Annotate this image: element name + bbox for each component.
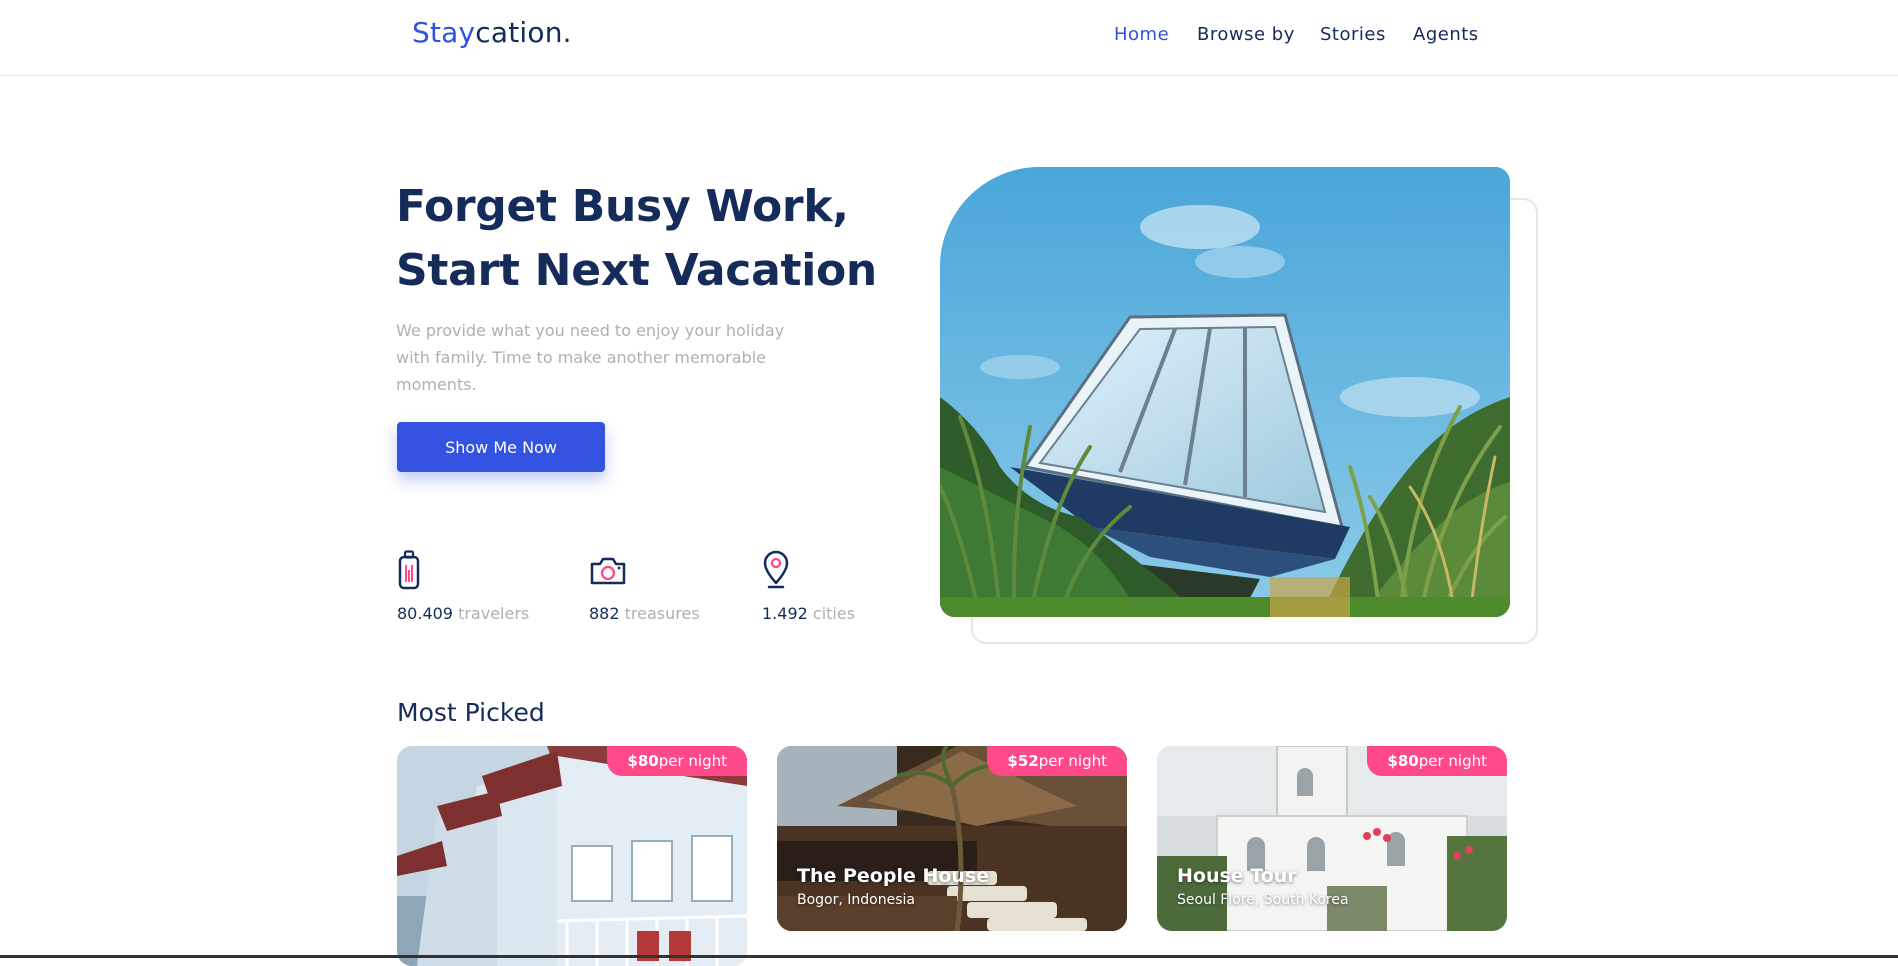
stat-treasures-label: 882 treasures — [589, 604, 700, 623]
stat-unit: treasures — [624, 604, 700, 623]
most-picked-title: Most Picked — [397, 698, 545, 727]
hero-title: Forget Busy Work, Start Next Vacation — [396, 175, 877, 303]
stat-cities: 1.492 cities — [762, 550, 855, 623]
price-per: per night — [1038, 752, 1107, 770]
hero-title-line-1: Forget Busy Work, — [396, 181, 849, 232]
hero-image — [940, 167, 1510, 617]
stat-travelers: 80.409 travelers — [397, 550, 529, 623]
stat-unit: travelers — [458, 604, 530, 623]
nav-agents[interactable]: Agents — [1413, 24, 1479, 45]
camera-icon — [589, 550, 700, 590]
property-name: House Tour — [1177, 865, 1297, 887]
stat-unit: cities — [812, 604, 856, 623]
card-house-tour[interactable]: $80per night House Tour Seoul Flore, Sou… — [1157, 746, 1507, 931]
card-the-people-house[interactable]: $52per night The People House Bogor, Ind… — [777, 746, 1127, 931]
price-tag: $80per night — [1367, 746, 1507, 776]
main-nav: Home Browse by Stories Agents — [0, 24, 1898, 54]
suitcase-icon — [397, 550, 529, 590]
price-value: $52 — [1007, 752, 1039, 770]
show-me-now-button[interactable]: Show Me Now — [397, 422, 605, 472]
property-name: The People House — [797, 865, 990, 887]
price-value: $80 — [627, 752, 659, 770]
price-per: per night — [658, 752, 727, 770]
stat-travelers-label: 80.409 travelers — [397, 604, 529, 623]
hero-title-line-2: Start Next Vacation — [396, 245, 877, 296]
price-tag: $80per night — [607, 746, 747, 776]
site-header: Staycation. Home Browse by Stories Agent… — [0, 0, 1898, 76]
stat-treasures: 882 treasures — [589, 550, 700, 623]
property-location: Bogor, Indonesia — [797, 892, 915, 908]
nav-stories[interactable]: Stories — [1320, 24, 1386, 45]
stat-cities-label: 1.492 cities — [762, 604, 855, 623]
price-per: per night — [1418, 752, 1487, 770]
property-location: Seoul Flore, South Korea — [1177, 892, 1349, 908]
price-value: $80 — [1387, 752, 1419, 770]
hero-description: We provide what you need to enjoy your h… — [396, 321, 785, 394]
map-pin-icon — [762, 550, 855, 590]
beach-houses-image — [397, 746, 747, 966]
stat-value: 80.409 — [397, 604, 453, 623]
glass-house-illustration — [940, 167, 1510, 617]
nav-home[interactable]: Home — [1114, 24, 1169, 45]
stat-value: 882 — [589, 604, 620, 623]
nav-browse-by[interactable]: Browse by — [1197, 24, 1295, 45]
price-tag: $52per night — [987, 746, 1127, 776]
card-beach-houses[interactable]: $80per night — [397, 746, 747, 966]
stat-value: 1.492 — [762, 604, 808, 623]
